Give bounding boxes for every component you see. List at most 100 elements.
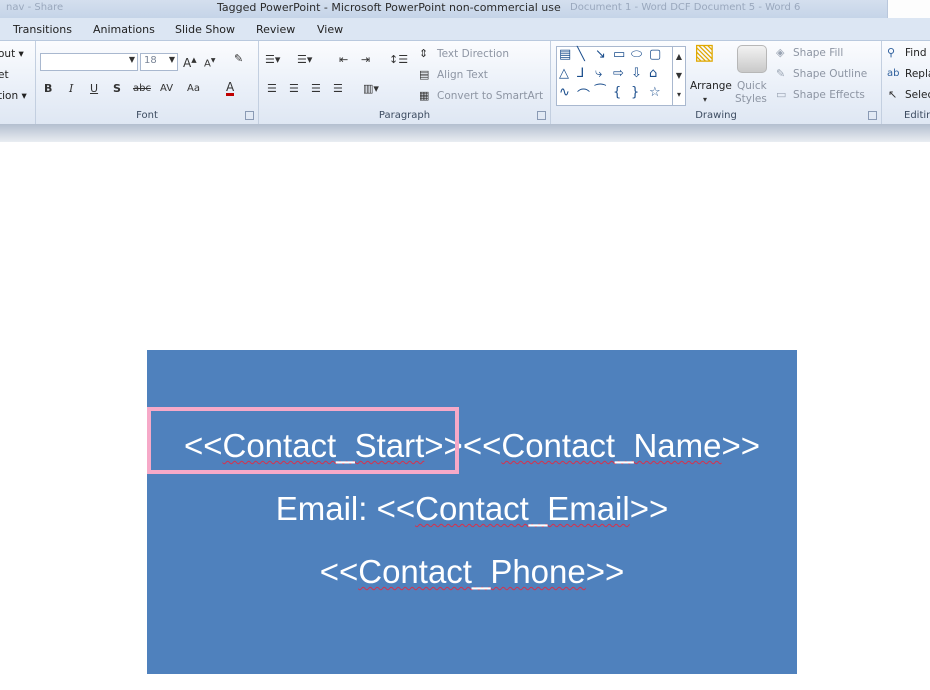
window-title: Tagged PowerPoint - Microsoft PowerPoint… [217, 1, 561, 14]
select-cursor-icon: ↖ [888, 88, 898, 101]
shape-fill-button[interactable]: Shape Fill [793, 47, 843, 59]
font-size-combo[interactable]: 18 ▼ [140, 53, 178, 71]
text-direction-button[interactable]: Text Direction [437, 48, 509, 60]
triangle-shape-icon[interactable]: △ [559, 66, 569, 81]
rounded-rect-shape-icon[interactable]: ▢ [649, 47, 661, 62]
dialog-launcher-icon[interactable]: . [245, 111, 254, 120]
grow-font-icon[interactable]: A▲ [183, 53, 197, 70]
italic-button[interactable]: I [69, 82, 73, 96]
pen-outline-icon: ✎ [776, 67, 786, 80]
shapes-gallery[interactable]: ▤ ╲ ↘ ▭ ⬭ ▢ △ ⅃ ⤷ ⇨ ⇩ ⌂ ∿ ⌒ ⁀ { } ☆ ▲ ▼ ▾ [556, 46, 686, 106]
font-color-button[interactable]: A [226, 81, 235, 96]
section-button[interactable]: tion ▾ [0, 90, 27, 102]
columns-icon[interactable]: ▥▾ [363, 82, 379, 96]
layout-button[interactable]: out ▾ [0, 48, 24, 60]
oval-shape-icon[interactable]: ⬭ [631, 47, 642, 62]
character-spacing-button[interactable]: AV [160, 82, 173, 96]
quick-styles-label-2[interactable]: Styles [735, 93, 767, 105]
replace-button[interactable]: Repla [905, 68, 930, 80]
slide-line-3: <<Contact_Phone>> [147, 553, 797, 591]
strikethrough-button[interactable]: abc [133, 82, 151, 96]
binoculars-icon: ⚲ [887, 46, 896, 59]
convert-smartart-button[interactable]: Convert to SmartArt [437, 90, 543, 102]
right-brace-shape-icon[interactable]: } [631, 85, 639, 100]
paragraph-group-label: Paragraph [378, 110, 431, 121]
align-text-button[interactable]: Align Text [437, 69, 488, 81]
faded-window-text-left: nav - Share [6, 2, 64, 13]
ribbon-tabs: Transitions Animations Slide Show Review… [0, 18, 930, 40]
font-group-label: Font [136, 110, 158, 121]
shape-effects-button[interactable]: Shape Effects [793, 89, 865, 101]
right-arrow-shape-icon[interactable]: ⇨ [613, 66, 624, 81]
arc-shape-icon[interactable]: ⌒ [577, 85, 590, 104]
arrange-icon[interactable]: ▧ [694, 42, 715, 64]
elbow-arrow-icon[interactable]: ⤷ [595, 66, 602, 81]
contact-email-text: Contact_Email [415, 490, 630, 527]
justify-icon[interactable]: ☰ [333, 82, 343, 96]
change-case-button[interactable]: Aa [187, 82, 200, 96]
contact-phone-field[interactable]: <<Contact_Phone>> [320, 553, 625, 590]
paragraph-group: ☰▾ ☰▾ ⇤ ⇥ ↕☰ ☰ ☰ ☰ ☰ ▥▾ ⇕ Text Direction… [259, 41, 551, 124]
line-spacing-icon[interactable]: ↕☰ [389, 53, 408, 67]
tab-slide-show[interactable]: Slide Show [175, 23, 235, 36]
align-center-icon[interactable]: ☰ [289, 82, 299, 96]
arrow-line-shape-icon[interactable]: ↘ [595, 47, 606, 62]
align-left-icon[interactable]: ☰ [267, 82, 277, 96]
find-button[interactable]: Find [905, 47, 927, 59]
reset-button[interactable]: et [0, 69, 9, 81]
ribbon-shadow-divider [0, 124, 930, 142]
curve-shape-icon[interactable]: ∿ [559, 85, 570, 100]
left-brace-shape-icon[interactable]: { [613, 85, 621, 100]
chevron-down-icon: ▾ [703, 95, 708, 104]
tab-transitions[interactable]: Transitions [13, 23, 72, 36]
dialog-launcher-icon[interactable]: . [537, 111, 546, 120]
line-shape-icon[interactable]: ╲ [577, 47, 585, 62]
font-group: ▼ 18 ▼ A▲ A▼ ✎ B I U S abc AV Aa A Font … [36, 41, 259, 124]
shape-outline-button[interactable]: Shape Outline [793, 68, 867, 80]
align-right-icon[interactable]: ☰ [311, 82, 321, 96]
contact-name-field[interactable]: <<Contact_Name>> [463, 427, 760, 464]
bullets-icon[interactable]: ☰▾ [265, 53, 280, 67]
star-shape-icon[interactable]: ☆ [649, 85, 661, 100]
textbox-shape-icon[interactable]: ▤ [559, 47, 571, 62]
contact-start-highlight-box [147, 407, 459, 474]
smartart-icon: ▦ [419, 89, 430, 102]
increase-indent-icon[interactable]: ⇥ [361, 53, 370, 67]
ribbon: out ▾ et tion ▾ ▼ 18 ▼ A▲ A▼ ✎ B I U S a… [0, 40, 930, 125]
underline-button[interactable]: U [90, 82, 98, 96]
text-direction-icon: ⇕ [419, 47, 429, 60]
bold-button[interactable]: B [44, 82, 52, 96]
dialog-launcher-icon[interactable]: . [868, 111, 877, 120]
chevron-down-icon: ▼ [128, 55, 135, 64]
merge-fields-shape[interactable]: <<Contact_Start>><<Contact_Name>> Email:… [147, 350, 797, 674]
contact-email-field[interactable]: <<Contact_Email>> [377, 490, 669, 527]
font-size-value: 18 [144, 55, 157, 66]
select-button[interactable]: Selec [905, 89, 930, 101]
decrease-indent-icon[interactable]: ⇤ [339, 53, 348, 67]
quick-styles-icon[interactable] [737, 45, 767, 73]
text-shadow-button[interactable]: S [113, 82, 121, 96]
arrange-button[interactable]: Arrange [690, 80, 732, 92]
gallery-scroll-icon[interactable]: ▲ ▼ ▾ [672, 47, 685, 105]
editing-group: ⚲ Find ab Repla ↖ Selec Editin [882, 41, 930, 124]
down-arrow-shape-icon[interactable]: ⇩ [631, 66, 642, 81]
slide-line-2: Email: <<Contact_Email>> [147, 490, 797, 528]
freeform-shape-icon[interactable]: ⌂ [649, 66, 657, 81]
quick-styles-label-1[interactable]: Quick [737, 80, 767, 92]
window-controls[interactable] [887, 0, 930, 18]
shape-effects-icon: ▭ [776, 88, 787, 101]
clear-formatting-icon[interactable]: ✎ [234, 52, 243, 66]
rectangle-shape-icon[interactable]: ▭ [613, 47, 625, 62]
tab-animations[interactable]: Animations [93, 23, 155, 36]
tab-review[interactable]: Review [256, 23, 295, 36]
numbering-icon[interactable]: ☰▾ [297, 53, 312, 67]
elbow-connector-icon[interactable]: ⅃ [577, 66, 584, 81]
scribble-shape-icon[interactable]: ⁀ [595, 85, 605, 100]
chevron-down-icon: ▼ [168, 55, 175, 64]
tab-view[interactable]: View [317, 23, 343, 36]
drawing-group-label: Drawing [695, 110, 737, 121]
shrink-font-icon[interactable]: A▼ [204, 54, 215, 71]
title-bar: nav - Share Tagged PowerPoint - Microsof… [0, 0, 930, 18]
slides-group: out ▾ et tion ▾ [0, 41, 36, 124]
font-name-combo[interactable]: ▼ [40, 53, 138, 71]
